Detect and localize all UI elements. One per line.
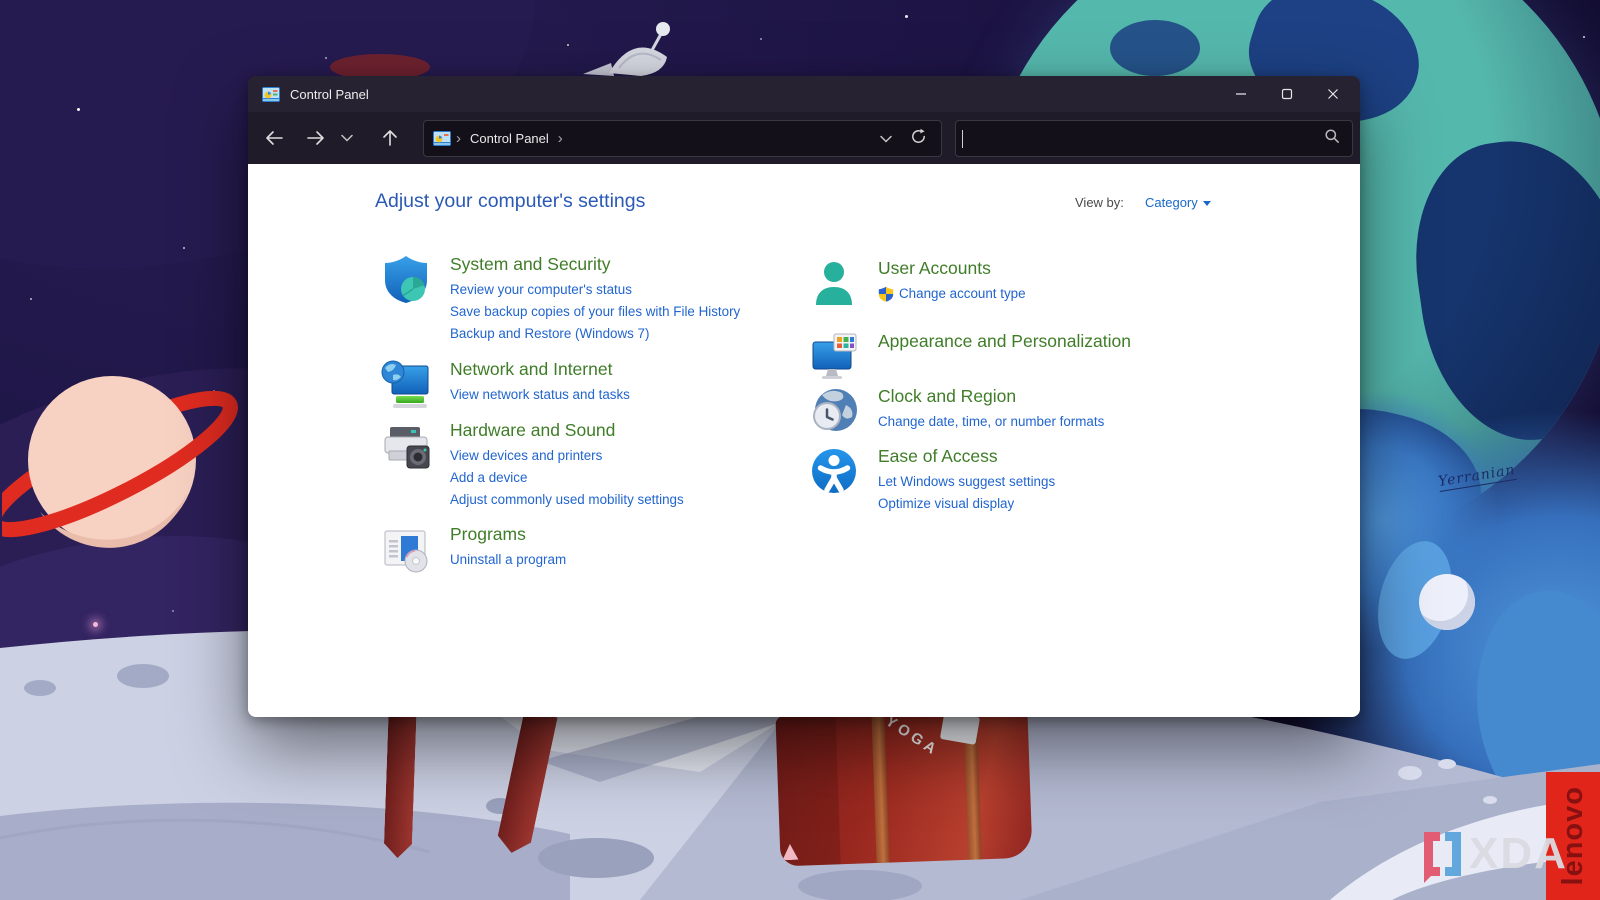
breadcrumb-chevron-icon: › [456,131,461,146]
appearance-icon[interactable] [808,330,860,382]
category-title[interactable]: Appearance and Personalization [878,329,1238,353]
yoga-box-text: YOGA [882,713,942,760]
uac-shield-icon [878,286,894,302]
control-panel-content: Adjust your computer's settings View by:… [248,164,1360,717]
refresh-icon [910,128,927,145]
category-title[interactable]: Clock and Region [878,384,1238,408]
yoga-box-strap [871,713,889,863]
category-title[interactable]: Network and Internet [450,357,810,381]
yoga-box: YOGA [775,708,1032,867]
category-user-accounts: User Accounts Change account type [878,256,1238,305]
chevron-down-icon [341,134,353,142]
close-button[interactable] [1310,76,1356,112]
search-icon[interactable] [1312,128,1352,149]
red-stool-leg [383,714,416,859]
category-network-internet: Network and Internet View network status… [450,357,810,406]
view-by-value: Category [1145,195,1198,210]
category-link[interactable]: Adjust commonly used mobility settings [450,489,810,511]
category-system-security: System and Security Review your computer… [450,252,810,345]
address-dropdown-button[interactable] [868,130,904,148]
category-link[interactable]: Let Windows suggest settings [878,471,1238,493]
breadcrumb-chevron-icon[interactable]: › [558,131,563,146]
control-panel-icon [262,87,280,102]
category-link[interactable]: Uninstall a program [450,549,810,571]
user-accounts-icon[interactable] [808,257,860,309]
category-link-text: Change account type [899,283,1026,305]
breadcrumb-control-panel[interactable]: Control Panel [470,131,549,146]
category-link[interactable]: Change account type [878,283,1238,305]
back-icon [264,129,284,147]
maximize-icon [1281,88,1293,100]
category-link[interactable]: Save backup copies of your files with Fi… [450,301,810,323]
window-title: Control Panel [290,87,369,102]
view-by-label: View by: [1075,195,1124,210]
category-clock-region: Clock and Region Change date, time, or n… [878,384,1238,433]
xda-watermark: XDA [1424,832,1568,876]
back-button[interactable] [256,120,292,156]
titlebar[interactable]: Control Panel [248,76,1360,112]
category-link[interactable]: Change date, time, or number formats [878,411,1238,433]
category-appearance: Appearance and Personalization [878,329,1238,356]
forward-button[interactable] [298,120,334,156]
category-link[interactable]: View network status and tasks [450,384,810,406]
category-programs: Programs Uninstall a program [450,522,810,571]
navigation-bar: › Control Panel › [248,112,1360,164]
system-security-icon[interactable] [380,253,432,305]
category-hardware-sound: Hardware and Sound View devices and prin… [450,418,810,511]
category-title[interactable]: System and Security [450,252,810,276]
category-link[interactable]: Add a device [450,467,810,489]
view-by-caret-icon [1203,201,1211,206]
xda-watermark-text: XDA [1469,832,1568,876]
hardware-sound-icon[interactable] [380,419,432,471]
control-panel-icon [433,131,451,146]
up-button[interactable] [372,120,408,156]
category-title[interactable]: Ease of Access [878,444,1238,468]
view-by-dropdown[interactable]: Category [1145,195,1211,210]
refresh-button[interactable] [904,128,941,150]
up-icon [381,128,399,148]
clock-region-icon[interactable] [808,385,860,437]
recent-locations-button[interactable] [334,120,360,156]
category-title[interactable]: User Accounts [878,256,1238,280]
minimize-icon [1235,88,1247,100]
xda-brackets-icon [1424,832,1461,876]
category-ease-of-access: Ease of Access Let Windows suggest setti… [878,444,1238,515]
category-title[interactable]: Hardware and Sound [450,418,810,442]
category-link[interactable]: View devices and printers [450,445,810,467]
search-box[interactable] [955,120,1353,157]
page-title: Adjust your computer's settings [375,190,645,213]
address-bar[interactable]: › Control Panel › [423,120,942,157]
minimize-button[interactable] [1218,76,1264,112]
programs-icon[interactable] [380,523,432,575]
category-title[interactable]: Programs [450,522,810,546]
category-link[interactable]: Optimize visual display [878,493,1238,515]
network-internet-icon[interactable] [380,358,432,410]
category-link[interactable]: Backup and Restore (Windows 7) [450,323,810,345]
control-panel-window: Control Panel [248,76,1360,717]
forward-icon [306,129,326,147]
yoga-box-shade [775,714,840,866]
close-icon [1327,88,1339,100]
category-link[interactable]: Review your computer's status [450,279,810,301]
ease-of-access-icon[interactable] [808,445,860,497]
maximize-button[interactable] [1264,76,1310,112]
search-input[interactable] [963,131,1312,146]
chevron-down-icon [880,135,892,143]
